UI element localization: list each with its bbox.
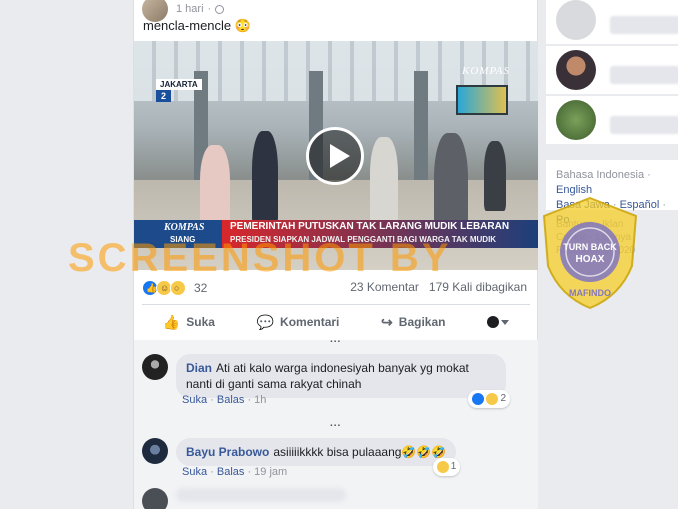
- comments-section: ... Dian Ati ati kalo warga indonesiyah b…: [134, 334, 538, 509]
- language-english[interactable]: English: [556, 184, 592, 196]
- svg-text:MAFINDO: MAFINDO: [569, 288, 611, 298]
- current-language: Bahasa Indonesia ·: [556, 169, 651, 181]
- viewer-selector[interactable]: [487, 316, 510, 328]
- share-button[interactable]: ↪ Bagikan: [381, 314, 445, 331]
- person: [200, 145, 230, 231]
- globe-icon: [215, 4, 225, 14]
- dot-separator: ·: [207, 3, 212, 15]
- commenter-avatar[interactable]: [142, 488, 168, 509]
- speech-bubble-icon: 💬: [256, 313, 275, 330]
- comment-reply-link[interactable]: Balas: [217, 466, 245, 478]
- reaction-count: 32: [194, 281, 208, 295]
- comment-bubble: [176, 488, 346, 502]
- comment-text: Ati ati kalo warga indonesiyah banyak yg…: [186, 361, 469, 391]
- sign-jakarta: JAKARTA: [156, 79, 202, 90]
- post-time[interactable]: 1 hari: [176, 3, 204, 15]
- post-text: mencla-mencle 😳: [143, 18, 251, 33]
- lower-logo-top: KOMPAS: [164, 222, 205, 233]
- suggestion-button[interactable]: [610, 116, 678, 134]
- shares-count[interactable]: 179 Kali dibagikan: [429, 280, 527, 294]
- like-reaction-icon: [472, 393, 485, 405]
- suggestion-name: [604, 100, 635, 112]
- comment-button[interactable]: 💬 Komentari: [257, 314, 340, 331]
- commenter-avatar[interactable]: [142, 354, 168, 380]
- commenter-name[interactable]: Dian: [186, 361, 212, 375]
- post-meta: 1 hari ·: [176, 3, 225, 15]
- comment-reply-link[interactable]: Balas: [217, 394, 245, 406]
- svg-text:HOAX: HOAX: [576, 254, 605, 265]
- mafindo-badge-logo: TURN BACK HOAX MAFINDO: [542, 196, 638, 310]
- comment-actions: Suka · Balas · 1h: [182, 394, 267, 406]
- like-button[interactable]: 👍 Suka: [163, 314, 215, 331]
- suggestion-avatar: [556, 100, 596, 140]
- haha-reaction-icon: [486, 393, 499, 405]
- person: [370, 137, 398, 227]
- comment-text: asiiiiikkkk bisa pulaaang🤣🤣🤣: [273, 445, 447, 459]
- post-stats: 23 Komentar 179 Kali dibagikan: [350, 280, 527, 294]
- suggestion-avatar: [556, 50, 596, 90]
- suggestion-item[interactable]: [546, 0, 678, 44]
- comments-count[interactable]: 23 Komentar: [350, 280, 419, 294]
- viewer-avatar-icon: [487, 316, 500, 328]
- station-screen: [456, 85, 508, 115]
- comment-time: 19 jam: [254, 466, 288, 478]
- wow-reaction-icon: ○: [170, 280, 186, 296]
- person: [252, 131, 278, 227]
- comment-reactions[interactable]: 2: [468, 390, 510, 408]
- kompas-logo: KOMPAS: [462, 65, 510, 77]
- chevron-down-icon: [501, 319, 510, 325]
- comment-like-link[interactable]: Suka: [182, 466, 207, 478]
- comment-bubble: Dian Ati ati kalo warga indonesiyah banya…: [176, 354, 510, 408]
- post-actions: 👍 Suka 💬 Komentari ↪ Bagikan: [142, 308, 530, 336]
- svg-text:TURN BACK: TURN BACK: [563, 242, 617, 252]
- haha-reaction-icon: [436, 461, 449, 473]
- suggestion-avatar: [556, 0, 596, 40]
- reaction-summary[interactable]: 👍 ☺ ○ 32: [142, 280, 207, 296]
- more-replies-dots[interactable]: ...: [330, 418, 341, 429]
- comment-item: Dian Ati ati kalo warga indonesiyah banya…: [142, 354, 510, 408]
- suggestion-name: [604, 50, 622, 62]
- commenter-avatar[interactable]: [142, 438, 168, 464]
- like-label: Suka: [186, 315, 215, 329]
- divider: [142, 304, 530, 305]
- watermark-text: SCREENSHOT BY: [68, 236, 452, 280]
- news-headline: PEMERINTAH PUTUSKAN TAK LARANG MUDIK LEB…: [230, 221, 510, 232]
- share-arrow-icon: ↪: [381, 313, 393, 330]
- comment-item: [142, 488, 346, 509]
- person: [484, 141, 506, 211]
- comment-reaction-count: 1: [450, 461, 457, 472]
- suggestion-item[interactable]: [546, 96, 678, 144]
- suggestion-name: [604, 0, 628, 12]
- suggestion-button[interactable]: [610, 16, 678, 34]
- comment-bubble: Bayu Prabowo asiiiiikkkk bisa pulaaang🤣🤣🤣…: [176, 438, 461, 476]
- commenter-name[interactable]: Bayu Prabowo: [186, 445, 269, 459]
- comment-like-link[interactable]: Suka: [182, 394, 207, 406]
- comment-reactions[interactable]: 1: [432, 458, 461, 476]
- suggestion-button[interactable]: [610, 66, 678, 84]
- comment-reaction-count: 2: [500, 393, 506, 404]
- comment-item: Bayu Prabowo asiiiiikkkk bisa pulaaang🤣🤣🤣…: [142, 438, 461, 476]
- comment-label: Komentari: [280, 315, 340, 329]
- play-icon[interactable]: [306, 127, 364, 185]
- share-label: Bagikan: [398, 315, 446, 329]
- suggestion-item[interactable]: [546, 46, 678, 94]
- comment-time: 1h: [254, 394, 267, 406]
- thumbs-up-icon: 👍: [162, 313, 181, 330]
- sign-platform: 2: [156, 90, 172, 102]
- comment-actions: Suka · Balas · 19 jam: [182, 466, 288, 478]
- more-comments-dots[interactable]: ...: [330, 334, 341, 345]
